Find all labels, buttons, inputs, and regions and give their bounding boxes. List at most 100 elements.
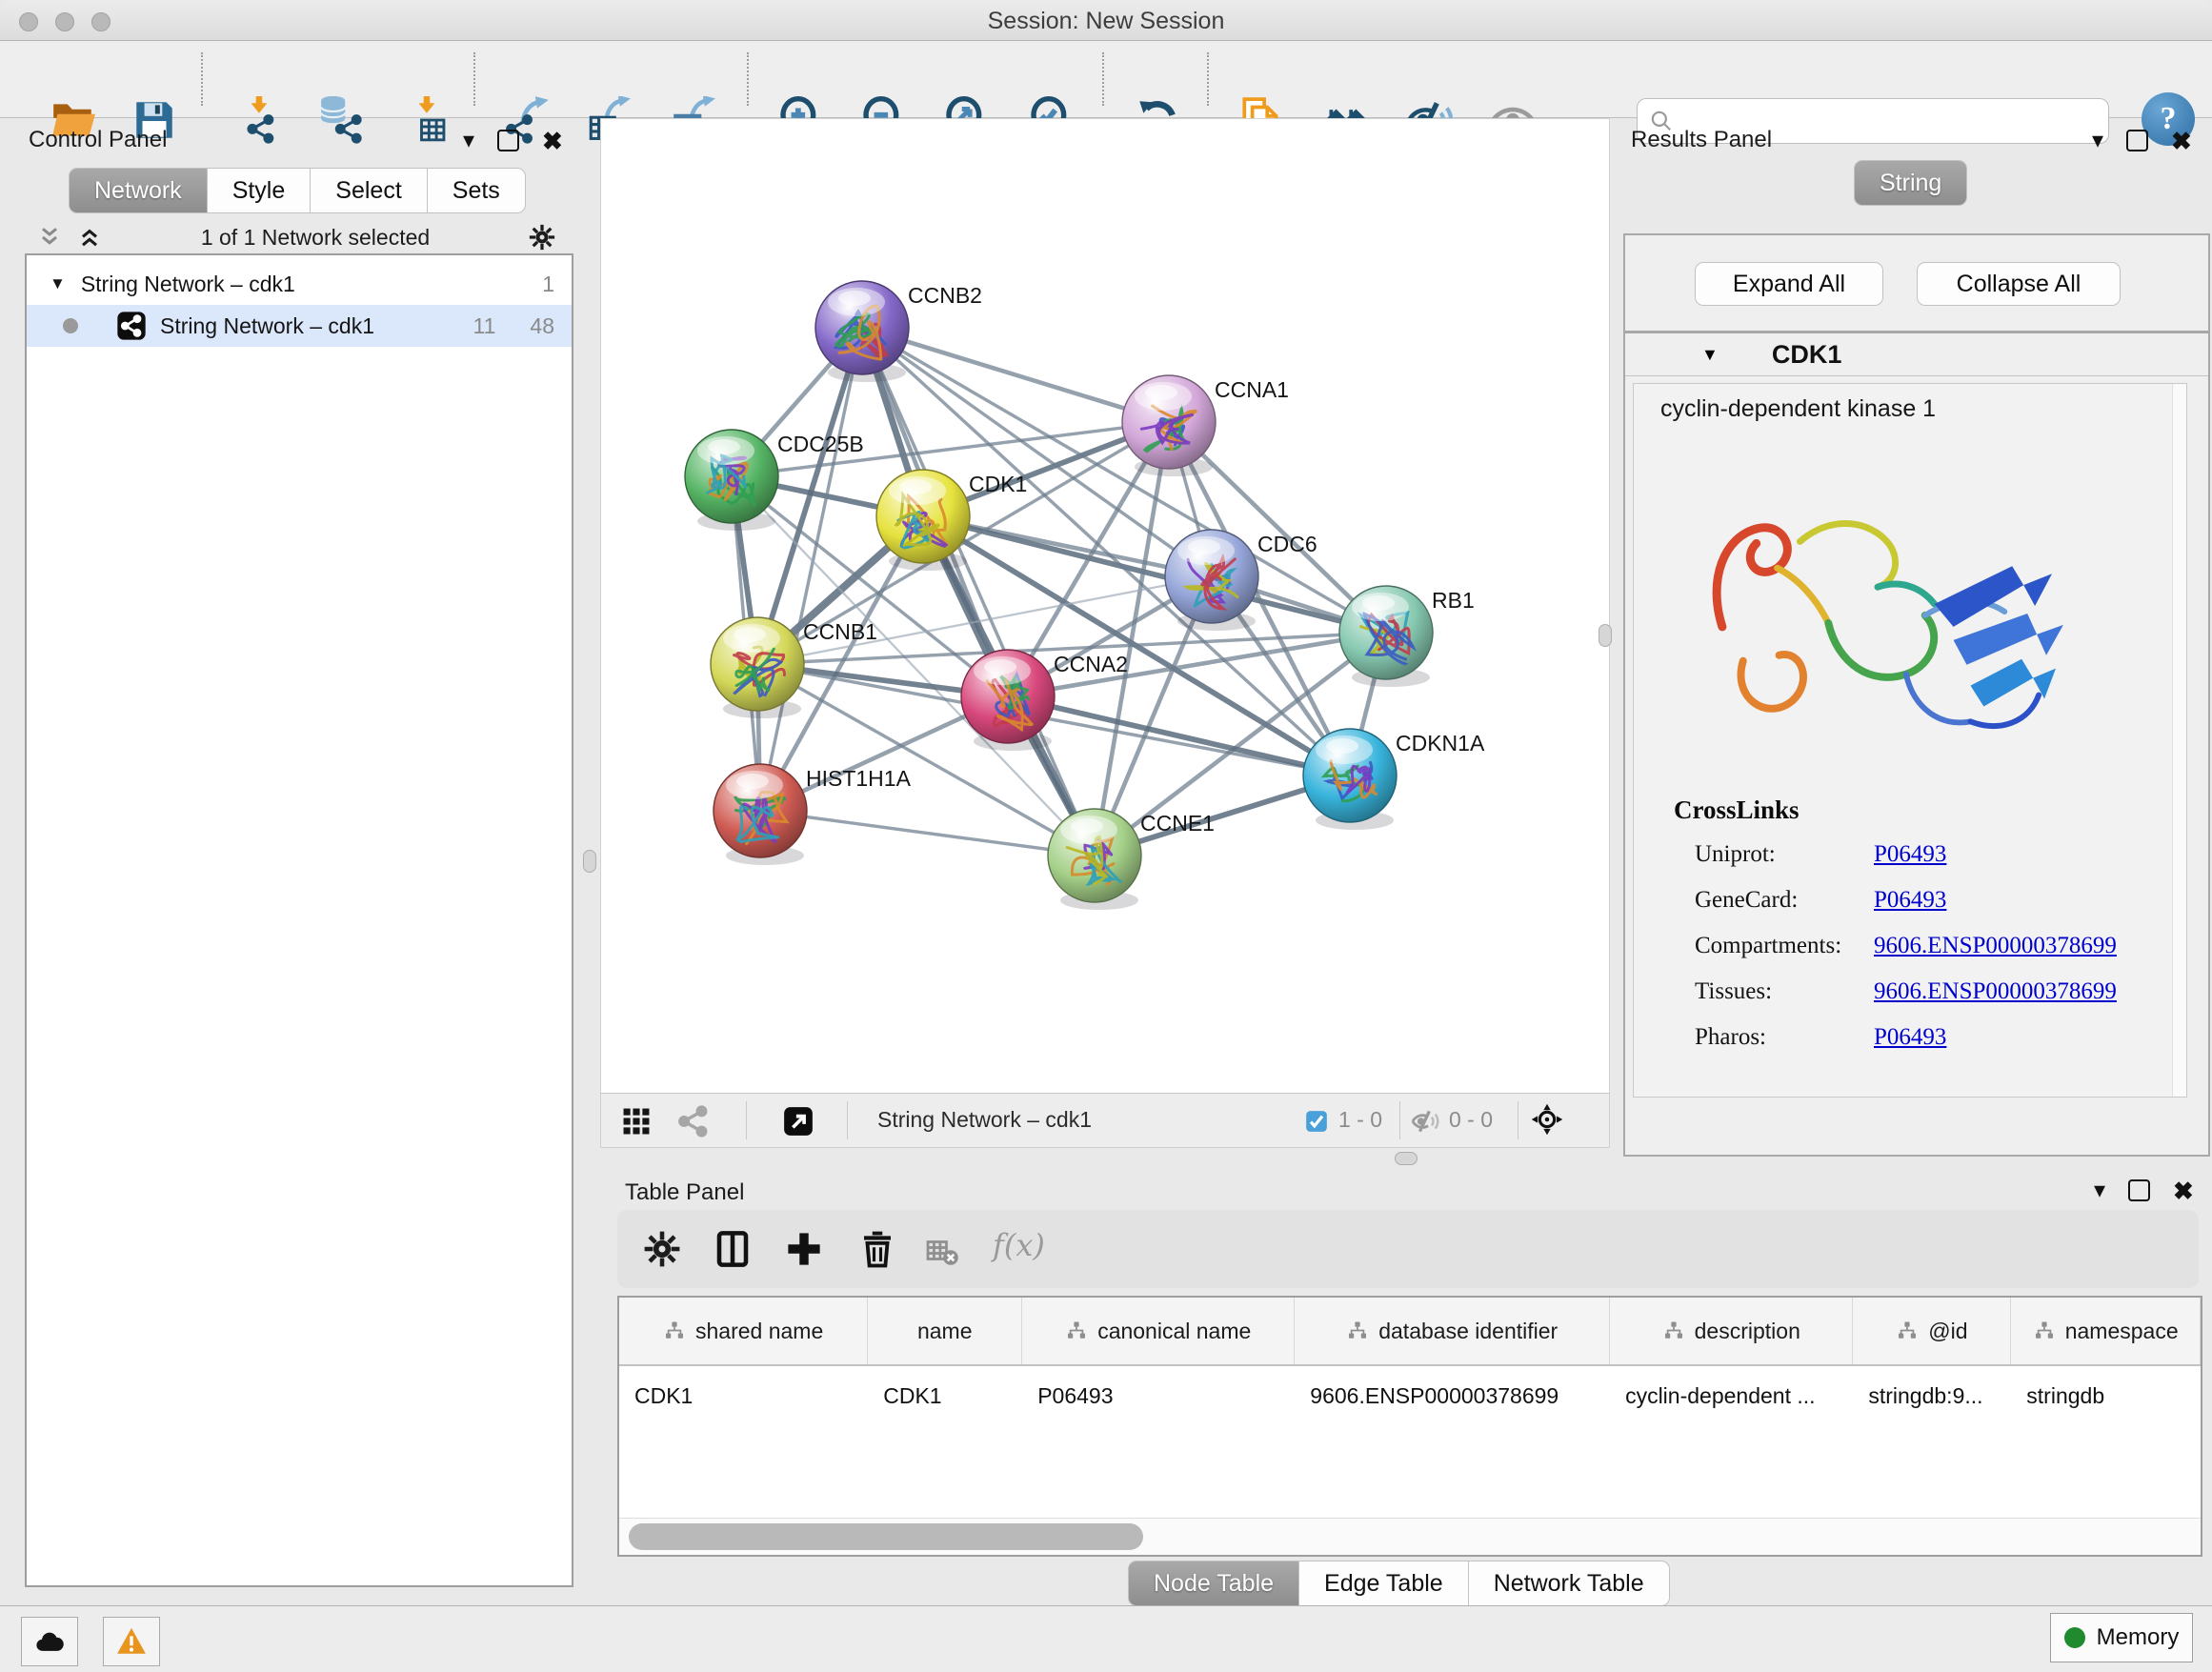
window-titlebar: Session: New Session [0,0,2212,41]
cloud-button[interactable] [21,1617,78,1666]
table-horizontal-scrollbar[interactable] [619,1518,2201,1555]
network-edge[interactable] [760,811,1095,856]
table-panel-menu-icon[interactable]: ▾ [2094,1181,2105,1200]
control-panel-menu-icon[interactable]: ▾ [463,131,474,151]
network-node-CDKN1A[interactable]: CDKN1A [1303,729,1485,830]
tab-edge-table[interactable]: Edge Table [1299,1561,1469,1606]
crosslink-link[interactable]: 9606.ENSP00000378699 [1874,978,2117,1005]
splitter-grip-left[interactable] [583,850,596,873]
node-table: shared namenamecanonical namedatabase id… [617,1296,2202,1557]
column-header-name[interactable]: name [868,1298,1022,1364]
network-canvas[interactable]: CCNB2CCNA1CDC25BCDK1CDC6RB1CCNB1CCNA2CDK… [600,118,1610,1095]
selected-checkbox-icon[interactable] [1304,1109,1329,1134]
separator [746,1101,747,1139]
node-label-CCNA2: CCNA2 [1054,652,1128,676]
network-node-RB1[interactable]: RB1 [1339,586,1475,687]
network-collection-label: String Network – cdk1 [81,272,295,297]
column-header-shared-name[interactable]: shared name [619,1298,868,1364]
crosslink-link[interactable]: 9606.ENSP00000378699 [1874,933,2117,959]
crosslink-row: Tissues:9606.ENSP00000378699 [1695,978,2186,1005]
gene-details-box: cyclin-dependent kinase 1 CrossLinks [1633,383,2187,1098]
results-scrollbar[interactable] [2172,384,2186,1097]
node-label-RB1: RB1 [1432,588,1475,613]
add-column-icon[interactable] [784,1229,824,1269]
network-row-selected[interactable]: String Network – cdk1 11 48 [27,305,572,347]
control-panel-tabs: NetworkStyleSelectSets [69,168,526,213]
delete-table-icon[interactable] [925,1235,959,1269]
network-node-CCNB2[interactable]: CCNB2 [815,281,982,382]
detach-view-icon[interactable] [782,1105,814,1138]
import-network-file-button[interactable] [236,96,284,144]
splitter-grip-bottom[interactable] [1395,1152,1418,1165]
network-edge[interactable] [862,328,1169,422]
crosslink-link[interactable]: P06493 [1874,841,1946,868]
column-header-@id[interactable]: @id [1853,1298,2011,1364]
network-node-CCNA2[interactable]: CCNA2 [961,650,1128,751]
memory-button[interactable]: Memory [2050,1613,2193,1662]
toolbar-separator [201,52,203,106]
gene-section-header[interactable]: ▼ CDK1 [1625,333,2208,376]
control-panel-float-icon[interactable] [497,130,519,151]
import-network-database-button[interactable] [316,96,364,144]
table-cell: cyclin-dependent ... [1610,1383,1853,1409]
function-builder-icon[interactable]: f(x) [993,1227,1045,1263]
gene-expander-icon[interactable]: ▼ [1701,345,1719,365]
network-node-CDC25B[interactable]: CDC25B [685,430,864,531]
table-body: CDK1CDK1P064939606.ENSP00000378699cyclin… [619,1366,2201,1425]
crosslink-row: Pharos:P06493 [1695,1024,2186,1051]
results-panel-menu-icon[interactable]: ▾ [2092,131,2103,151]
network-node-CCNE1[interactable]: CCNE1 [1048,809,1215,910]
crosslink-link[interactable]: P06493 [1874,887,1946,914]
table-panel-close-icon[interactable]: ✖ [2173,1181,2194,1200]
crosslink-row: Uniprot:P06493 [1695,841,2186,868]
table-options-gear-icon[interactable] [642,1229,682,1269]
tab-network-table[interactable]: Network Table [1469,1561,1670,1606]
collapse-all-button[interactable]: Collapse All [1917,262,2121,306]
tree-expander-icon[interactable]: ▼ [50,274,66,293]
collapse-all-networks-icon[interactable] [36,224,63,251]
tab-string[interactable]: String [1854,160,1967,206]
column-header-database-identifier[interactable]: database identifier [1295,1298,1610,1364]
warnings-button[interactable] [103,1617,160,1666]
network-node-HIST1H1A[interactable]: HIST1H1A [714,764,912,865]
column-header-description[interactable]: description [1610,1298,1853,1364]
network-collection-row[interactable]: ▼ String Network – cdk1 1 [27,263,572,305]
column-mapping-icon [2033,1319,2056,1342]
scrollbar-thumb[interactable] [629,1523,1143,1550]
node-label-CDK1: CDK1 [969,472,1027,496]
control-panel-close-icon[interactable]: ✖ [542,131,563,151]
memory-status-dot-icon [2064,1627,2085,1648]
expand-all-networks-icon[interactable] [76,224,103,251]
table-row[interactable]: CDK1CDK1P064939606.ENSP00000378699cyclin… [619,1366,2201,1425]
tab-node-table[interactable]: Node Table [1128,1561,1299,1606]
table-cell: CDK1 [868,1383,1022,1409]
network-view-toolbar: String Network – cdk1 1 - 0 0 - 0 [600,1093,1610,1148]
delete-column-icon[interactable] [857,1229,897,1269]
results-panel-float-icon[interactable] [2126,130,2148,151]
column-header-namespace[interactable]: namespace [2011,1298,2201,1364]
table-panel-float-icon[interactable] [2128,1179,2150,1201]
window-title: Session: New Session [0,8,2212,35]
tab-sets[interactable]: Sets [428,168,526,213]
network-edge[interactable] [1008,696,1350,776]
show-columns-icon[interactable] [713,1229,753,1269]
table-cell: stringdb [2011,1383,2201,1409]
hidden-eye-off-icon[interactable] [1411,1107,1439,1136]
network-options-gear-icon[interactable] [528,223,556,252]
tab-select[interactable]: Select [311,168,427,213]
import-table-icon [404,96,452,144]
import-table-button[interactable] [404,96,452,144]
splitter-grip-right[interactable] [1599,624,1612,647]
node-label-CDC25B: CDC25B [777,432,864,456]
column-header-canonical-name[interactable]: canonical name [1022,1298,1295,1364]
tab-network[interactable]: Network [69,168,208,213]
crosslink-link[interactable]: P06493 [1874,1024,1946,1051]
expand-all-button[interactable]: Expand All [1695,262,1883,306]
grid-view-icon[interactable] [620,1105,653,1138]
tab-style[interactable]: Style [208,168,312,213]
crosshair-icon[interactable] [1531,1103,1563,1136]
network-overview-icon[interactable] [677,1105,710,1138]
results-panel-close-icon[interactable]: ✖ [2171,131,2192,151]
network-node-CCNA1[interactable]: CCNA1 [1122,375,1289,476]
crosslink-label: Tissues: [1695,978,1874,1005]
